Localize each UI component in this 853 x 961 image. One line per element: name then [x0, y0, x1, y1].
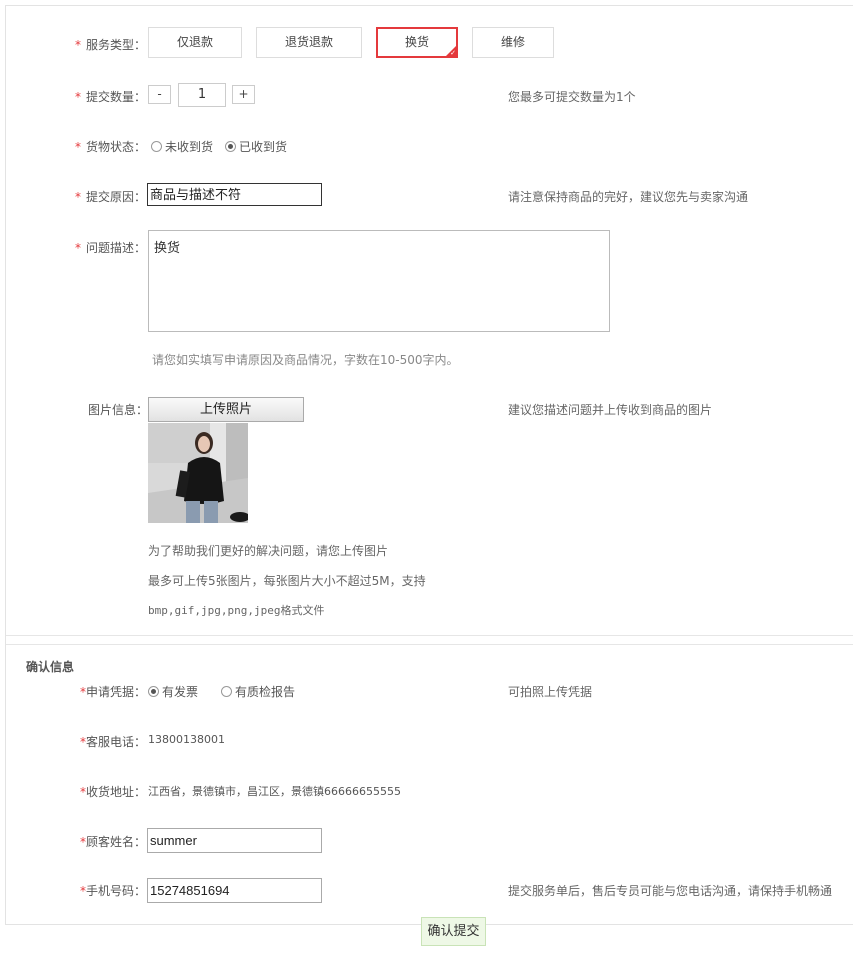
images-note-2: 最多可上传5张图片，每张图片大小不超过5M，支持: [148, 574, 426, 588]
quantity-decrease-button[interactable]: -: [148, 85, 171, 104]
goods-status-label: * 货物状态：: [75, 140, 147, 154]
service-type-label: * 服务类型：: [75, 38, 147, 52]
customer-name-label: *顾客姓名：: [80, 835, 147, 849]
customer-name-input[interactable]: summer: [147, 828, 322, 853]
quantity-increase-button[interactable]: +: [232, 85, 255, 104]
address-label: *收货地址：: [80, 785, 147, 799]
service-refund-only-button[interactable]: 仅退款: [148, 27, 242, 58]
phone-value: 13800138001: [148, 733, 225, 746]
radio-not-received[interactable]: [151, 141, 162, 152]
service-exchange-label: 换货: [404, 35, 429, 49]
credential-invoice-option[interactable]: 有发票: [148, 683, 198, 700]
service-exchange-button[interactable]: 换货 ✓: [376, 27, 458, 58]
radio-invoice[interactable]: [148, 686, 159, 697]
quantity-label: * 提交数量：: [75, 90, 147, 104]
confirm-section-title: 确认信息: [26, 660, 75, 674]
phone-label: *客服电话：: [80, 735, 147, 749]
goods-status-not-received[interactable]: 未收到货: [151, 138, 213, 155]
reason-select[interactable]: 商品与描述不符: [147, 183, 322, 206]
mobile-hint: 提交服务单后，售后专员可能与您电话沟通，请保持手机畅通: [508, 884, 833, 898]
upload-photo-button[interactable]: 上传照片: [148, 397, 304, 422]
images-note-3: bmp,gif,jpg,png,jpeg格式文件: [148, 604, 325, 617]
photo-image: [148, 423, 248, 523]
quantity-input[interactable]: 1: [178, 83, 226, 107]
service-repair-button[interactable]: 维修: [472, 27, 554, 58]
mobile-label: *手机号码：: [80, 884, 147, 898]
quantity-hint: 您最多可提交数量为1个: [508, 90, 636, 104]
reason-label: * 提交原因：: [75, 190, 147, 204]
mobile-input[interactable]: 15274851694: [147, 878, 322, 903]
credential-label: *申请凭据：: [80, 685, 147, 699]
radio-quality-report[interactable]: [221, 686, 232, 697]
images-note-1: 为了帮助我们更好的解决问题，请您上传图片: [148, 544, 389, 558]
reason-hint: 请注意保持商品的完好，建议您先与卖家沟通: [508, 190, 749, 204]
uploaded-photo-thumbnail[interactable]: [148, 423, 248, 523]
description-label: * 问题描述：: [75, 241, 147, 255]
address-value: 江西省，景德镇市，昌江区，景德镇66666655555: [148, 785, 401, 798]
description-hint: 请您如实填写申请原因及商品情况，字数在10-500字内。: [152, 353, 459, 367]
radio-received[interactable]: [225, 141, 236, 152]
check-icon: ✓: [450, 49, 456, 57]
service-return-refund-button[interactable]: 退货退款: [256, 27, 362, 58]
images-hint: 建议您描述问题并上传收到商品的图片: [508, 403, 713, 417]
description-textarea[interactable]: 换货: [148, 230, 610, 332]
credential-report-option[interactable]: 有质检报告: [221, 683, 295, 700]
images-label: 图片信息：: [88, 403, 149, 417]
goods-status-received[interactable]: 已收到货: [225, 138, 287, 155]
section-divider-top: [6, 635, 853, 636]
confirm-submit-button[interactable]: 确认提交: [421, 917, 486, 946]
credential-hint: 可拍照上传凭据: [508, 685, 593, 699]
section-divider-bottom: [6, 644, 853, 645]
